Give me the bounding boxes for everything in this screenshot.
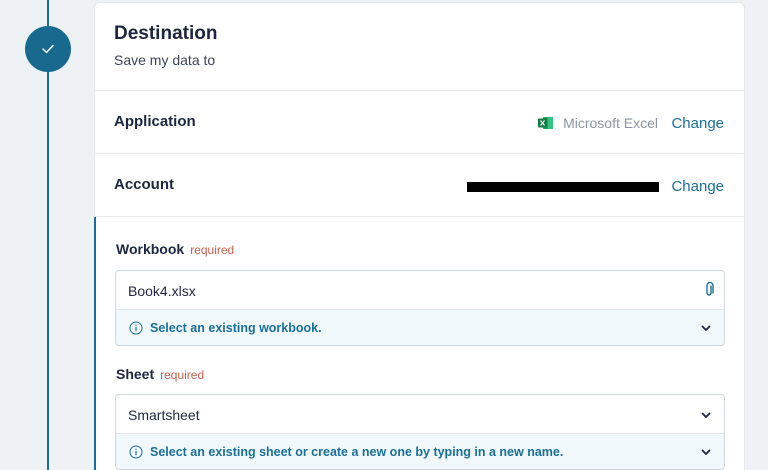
info-icon (129, 321, 143, 335)
workbook-required-tag: required (190, 243, 235, 257)
chevron-down-icon[interactable] (700, 409, 712, 421)
application-label: Application (114, 113, 196, 130)
workbook-hint-text: Select an existing workbook. (150, 321, 322, 335)
change-application-link[interactable]: Change (671, 115, 724, 132)
info-icon (129, 445, 143, 459)
application-value: Microsoft Excel (538, 115, 658, 131)
paperclip-icon[interactable] (703, 282, 715, 298)
sheet-required-tag: required (160, 368, 205, 382)
chevron-down-icon[interactable] (700, 446, 712, 458)
sheet-field: Smartsheet Select an existing sheet or c… (115, 394, 725, 470)
sheet-label-text: Sheet (116, 366, 155, 382)
checkmark-icon (42, 44, 54, 54)
card-subtitle: Save my data to (114, 52, 216, 68)
chevron-down-icon[interactable] (700, 322, 712, 334)
workbook-field: Book4.xlsx Select an existing workbook. (115, 270, 725, 346)
sheet-value: Smartsheet (128, 407, 200, 423)
sheet-hint-text: Select an existing sheet or create a new… (150, 445, 564, 459)
active-section-indicator (94, 217, 96, 470)
sheet-label: Sheet required (116, 366, 204, 382)
card-title: Destination (114, 23, 218, 44)
workbook-value: Book4.xlsx (128, 283, 196, 299)
workbook-label: Workbook required (116, 241, 234, 257)
sheet-hint[interactable]: Select an existing sheet or create a new… (116, 434, 724, 469)
sheet-select[interactable]: Smartsheet (116, 395, 724, 434)
account-label: Account (114, 176, 174, 193)
card-header: Destination Save my data to (95, 3, 744, 91)
application-name: Microsoft Excel (563, 115, 658, 131)
change-account-link[interactable]: Change (671, 178, 724, 195)
workbook-label-text: Workbook (116, 241, 185, 257)
step-complete-indicator (25, 26, 71, 72)
excel-icon (538, 116, 554, 130)
destination-card: Destination Save my data to Application … (94, 2, 745, 470)
application-row: Application Microsoft Excel Change (95, 91, 744, 154)
workbook-hint[interactable]: Select an existing workbook. (116, 310, 724, 345)
workbook-input[interactable]: Book4.xlsx (116, 271, 724, 310)
account-value-redacted (467, 182, 659, 192)
account-row: Account Change (95, 154, 744, 217)
